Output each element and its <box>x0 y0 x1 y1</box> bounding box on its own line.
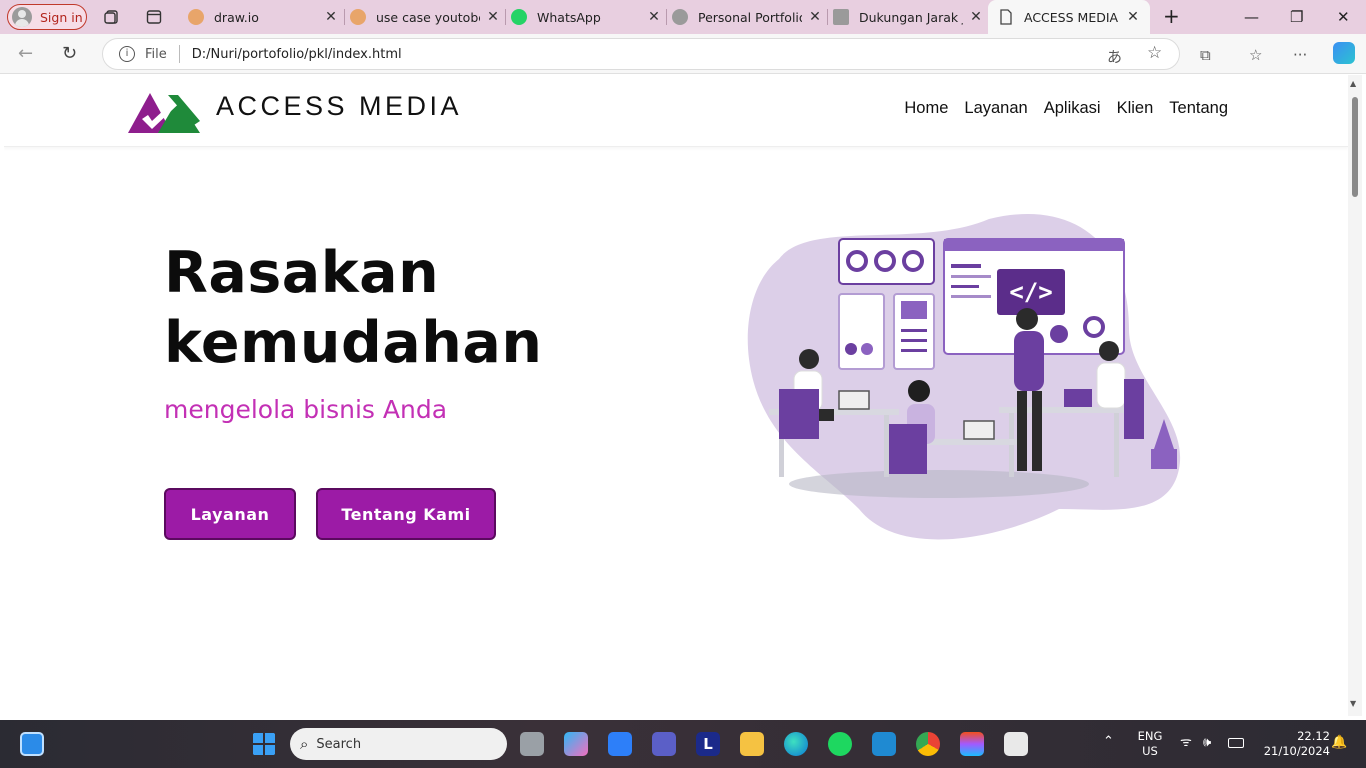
tab-title: Personal Portfolio <box>698 9 802 25</box>
teams-icon[interactable] <box>652 732 676 756</box>
scroll-thumb[interactable] <box>1352 97 1358 197</box>
notification-bell-icon[interactable]: 🔔 <box>1331 735 1347 750</box>
code-symbol: </> <box>1009 278 1052 306</box>
language-indicator[interactable]: ENG US <box>1134 729 1166 759</box>
widgets-icon[interactable] <box>20 732 44 756</box>
favorites-icon[interactable]: ☆ <box>1249 46 1262 64</box>
file-explorer-icon[interactable] <box>740 732 764 756</box>
team-working-illustration: </> <box>747 213 1181 540</box>
tab-title: draw.io <box>214 9 259 25</box>
snipping-tool-icon[interactable] <box>1004 732 1028 756</box>
nav-klien[interactable]: Klien <box>1117 99 1154 118</box>
access-media-logo-icon[interactable] <box>128 91 202 133</box>
nav-tentang[interactable]: Tentang <box>1169 99 1228 118</box>
avatar-icon <box>12 7 32 27</box>
spotify-icon[interactable] <box>828 732 852 756</box>
clock[interactable]: 22.12 21/10/2024 <box>1254 729 1330 759</box>
task-view-icon[interactable] <box>520 732 544 756</box>
sign-in-label: Sign in <box>40 9 83 25</box>
close-tab-icon[interactable]: ✕ <box>1126 9 1140 25</box>
drawio-favicon-icon <box>350 9 366 25</box>
tab-title: WhatsApp <box>537 9 601 25</box>
new-tab-icon[interactable]: + <box>1163 4 1180 28</box>
back-icon[interactable]: ← <box>18 43 33 64</box>
close-window-icon[interactable]: ✕ <box>1337 8 1350 26</box>
tab-title: ACCESS MEDIA <box>1024 9 1119 25</box>
workspaces-icon[interactable] <box>104 9 120 25</box>
tab-strip: Sign in draw.io ✕ use case youtobee ✕ Wh… <box>0 0 1366 34</box>
hero-title: Rasakan kemudahan <box>164 238 542 378</box>
page-scrollbar[interactable]: ▲ ▼ <box>1348 75 1362 716</box>
copilot-app-icon[interactable] <box>564 732 588 756</box>
tab-use-case[interactable]: use case youtobee ✕ <box>350 4 500 30</box>
windows-start-icon[interactable] <box>252 732 276 756</box>
scroll-up-icon[interactable]: ▲ <box>1350 79 1356 88</box>
vscode-icon[interactable] <box>872 732 896 756</box>
close-tab-icon[interactable]: ✕ <box>969 9 983 25</box>
wifi-icon[interactable]: ᯤ <box>1180 735 1192 750</box>
close-tab-icon[interactable]: ✕ <box>647 9 661 25</box>
launcher-l-icon[interactable]: L <box>696 732 720 756</box>
taskbar-search[interactable]: ⌕ Search <box>290 728 507 760</box>
layanan-button[interactable]: Layanan <box>164 488 296 540</box>
favorite-star-icon[interactable]: ☆ <box>1147 43 1162 63</box>
tab-dukungan[interactable]: Dukungan Jarak Ja ✕ <box>833 4 983 30</box>
nav-home[interactable]: Home <box>904 99 948 118</box>
battery-icon[interactable] <box>1228 738 1244 748</box>
tentang-kami-button[interactable]: Tentang Kami <box>316 488 496 540</box>
scroll-down-icon[interactable]: ▼ <box>1350 699 1356 708</box>
store-icon[interactable] <box>608 732 632 756</box>
tab-personal-portfolio[interactable]: Personal Portfolio ✕ <box>672 4 822 30</box>
hero-subtitle: mengelola bisnis Anda <box>164 395 448 424</box>
extensions-icon[interactable]: ⧉ <box>1200 46 1211 64</box>
whatsapp-icon <box>511 9 527 25</box>
address-toolbar: ← ↻ i File D:/Nuri/portofolio/pkl/index.… <box>0 34 1366 74</box>
document-icon <box>833 9 849 25</box>
brand-name[interactable]: ACCESS MEDIA <box>216 91 462 122</box>
page-viewport: ACCESS MEDIA Home Layanan Aplikasi Klien… <box>4 75 1348 716</box>
tab-access-media[interactable]: ACCESS MEDIA ✕ <box>988 0 1150 34</box>
close-tab-icon[interactable]: ✕ <box>324 9 338 25</box>
search-icon: ⌕ <box>300 735 309 753</box>
more-menu-icon[interactable]: ··· <box>1293 46 1307 64</box>
search-placeholder: Search <box>316 736 362 752</box>
tab-actions-icon[interactable] <box>146 9 162 25</box>
scheme-label: File <box>145 46 167 62</box>
restore-icon[interactable]: ❐ <box>1290 8 1303 26</box>
main-nav: Home Layanan Aplikasi Klien Tentang <box>904 99 1228 118</box>
tab-drawio[interactable]: draw.io ✕ <box>188 4 338 30</box>
hero-title-line: Rasakan <box>164 240 440 306</box>
read-aloud-icon[interactable]: あ <box>1107 46 1122 67</box>
globe-icon <box>672 9 688 25</box>
minimize-icon[interactable]: — <box>1244 8 1259 26</box>
close-tab-icon[interactable]: ✕ <box>808 9 822 25</box>
hero-title-line: kemudahan <box>164 310 543 376</box>
profile-sign-in-button[interactable]: Sign in <box>7 4 87 30</box>
address-bar[interactable]: i File D:/Nuri/portofolio/pkl/index.html <box>102 38 1180 70</box>
tab-title: Dukungan Jarak Ja <box>859 9 963 25</box>
page-icon <box>1000 9 1012 25</box>
drawio-favicon-icon <box>188 9 204 25</box>
nav-layanan[interactable]: Layanan <box>964 99 1027 118</box>
nav-aplikasi[interactable]: Aplikasi <box>1044 99 1101 118</box>
copilot-icon[interactable] <box>1333 42 1355 64</box>
windows-taskbar: ⌕ Search L ⌃ ENG US ᯤ 🕪 22.12 21/10/2024 🔔 <box>0 720 1366 768</box>
info-icon[interactable]: i <box>119 46 135 62</box>
tray-overflow-icon[interactable]: ⌃ <box>1103 734 1114 749</box>
volume-icon[interactable]: 🕪 <box>1203 735 1211 750</box>
edge-browser-icon[interactable] <box>784 732 808 756</box>
tab-title: use case youtobee <box>376 9 480 25</box>
refresh-icon[interactable]: ↻ <box>62 43 77 64</box>
url-text[interactable]: D:/Nuri/portofolio/pkl/index.html <box>192 47 402 62</box>
site-header: ACCESS MEDIA Home Layanan Aplikasi Klien… <box>4 75 1348 147</box>
chrome-icon[interactable] <box>916 732 940 756</box>
close-tab-icon[interactable]: ✕ <box>486 9 500 25</box>
figma-icon[interactable] <box>960 732 984 756</box>
tab-whatsapp[interactable]: WhatsApp ✕ <box>511 4 661 30</box>
